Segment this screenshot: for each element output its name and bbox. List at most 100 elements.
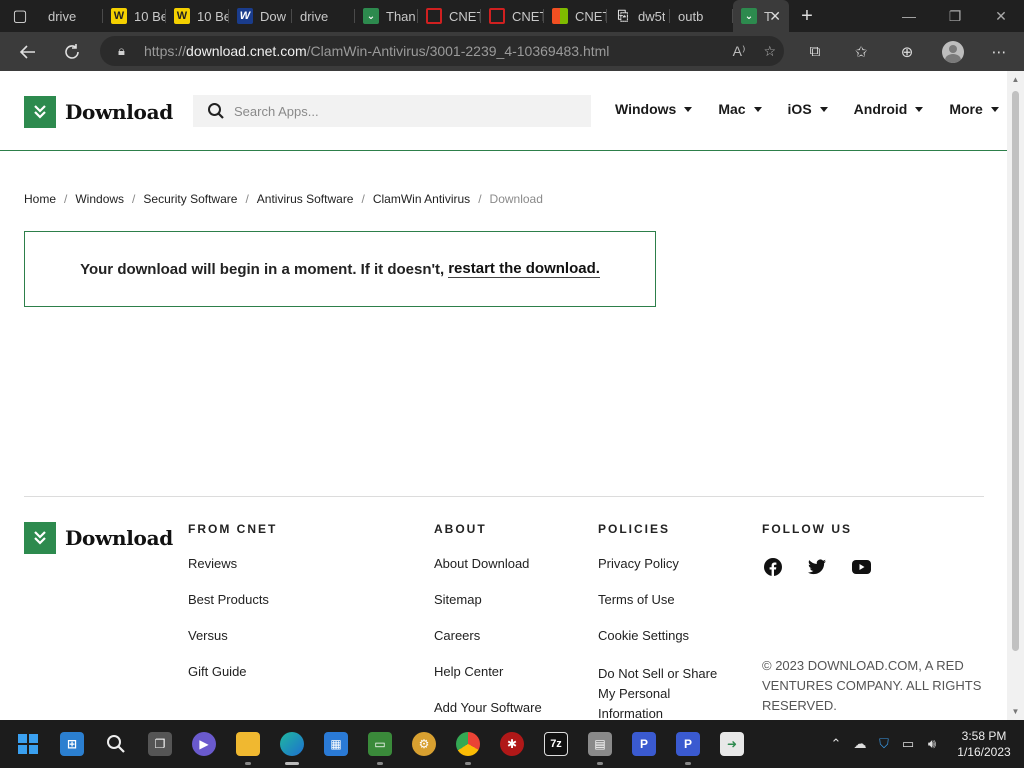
url-text[interactable]: https://download.cnet.com/ClamWin-Antivi… (144, 43, 609, 59)
nav-item-more[interactable]: More (949, 101, 999, 117)
nav-item-windows[interactable]: Windows (615, 101, 693, 117)
minimize-icon[interactable]: — (886, 0, 932, 32)
site-logo[interactable]: Download (24, 96, 173, 128)
clock[interactable]: 3:58 PM 1/16/2023 (944, 728, 1024, 760)
nav-item-android[interactable]: Android (854, 101, 924, 117)
taskbar-task-view[interactable]: ❐ (138, 720, 182, 768)
taskbar-chrome[interactable] (446, 720, 490, 768)
browser-tab[interactable]: CNET (418, 0, 481, 32)
footer-link[interactable]: Careers (434, 628, 542, 664)
footer-link[interactable]: Best Products (188, 592, 277, 628)
search-box[interactable] (193, 95, 591, 127)
task-view-icon: ❐ (148, 732, 172, 756)
footer-logo[interactable]: Download (24, 522, 173, 554)
tab-favicon-icon: ⌄ (741, 8, 757, 24)
system-tray: ⌃ ☁ ⛉ ▭ 🔊︎ 3:58 PM 1/16/2023 (824, 720, 1024, 768)
taskbar-edge[interactable] (270, 720, 314, 768)
taskbar-7zip[interactable]: 7z (534, 720, 578, 768)
taskbar-file-explorer[interactable] (226, 720, 270, 768)
start-button[interactable] (6, 720, 50, 768)
footer-link[interactable]: Add Your Software (434, 700, 542, 720)
footer-link[interactable]: Privacy Policy (598, 556, 738, 592)
footer-link[interactable]: Reviews (188, 556, 277, 592)
tab-actions-icon[interactable]: ▢ (0, 0, 40, 32)
taskbar-app-red[interactable]: ✱ (490, 720, 534, 768)
add-favorite-icon[interactable]: ☆ (763, 43, 776, 60)
breadcrumb-item[interactable]: Home (24, 192, 56, 206)
taskbar-app-p2[interactable]: P (666, 720, 710, 768)
close-tab-icon[interactable]: ✕ (769, 8, 781, 25)
taskbar-app-windows[interactable]: ⊞ (50, 720, 94, 768)
breadcrumb-item[interactable]: Windows (75, 192, 124, 206)
browser-tab[interactable]: ⌄ Than (355, 0, 418, 32)
taskbar-store[interactable]: ▦ (314, 720, 358, 768)
taskbar-chat[interactable]: ▶ (182, 720, 226, 768)
display-icon[interactable]: ▭ (896, 736, 920, 752)
scrollbar-thumb[interactable] (1012, 91, 1019, 651)
breadcrumb-item[interactable]: ClamWin Antivirus (373, 192, 470, 206)
taskbar-search[interactable] (94, 720, 138, 768)
footer-link[interactable]: Versus (188, 628, 277, 664)
profile-avatar[interactable] (942, 40, 964, 63)
footer-link[interactable]: Help Center (434, 664, 542, 700)
breadcrumb-item[interactable]: Antivirus Software (257, 192, 354, 206)
new-tab-button[interactable]: + (789, 5, 825, 28)
footer-link[interactable]: Sitemap (434, 592, 542, 628)
breadcrumb-item[interactable]: Security Software (143, 192, 237, 206)
footer-heading: FROM CNET (188, 522, 278, 536)
browser-tab[interactable]: ⚲drive (292, 0, 355, 32)
more-menu-icon[interactable]: ⋯ (976, 43, 1022, 61)
nav-item-ios[interactable]: iOS (788, 101, 828, 117)
footer-link[interactable]: Do Not Sell or Share My Personal Informa… (598, 664, 738, 720)
youtube-icon[interactable] (850, 556, 872, 578)
footer-link[interactable]: Cookie Settings (598, 628, 738, 664)
facebook-icon[interactable] (762, 556, 784, 578)
taskbar-app-arrow[interactable]: ➜ (710, 720, 754, 768)
browser-tab[interactable]: W 10 Be (103, 0, 166, 32)
taskbar-app-gear[interactable]: ⚙ (402, 720, 446, 768)
clipboard-icon: ▤ (588, 732, 612, 756)
taskbar-app-clipboard[interactable]: ▤ (578, 720, 622, 768)
nav-item-mac[interactable]: Mac (718, 101, 762, 117)
browser-tab[interactable]: ⚲drive (40, 0, 103, 32)
footer-link[interactable]: About Download (434, 556, 542, 592)
address-bar[interactable]: 🔒︎ https://download.cnet.com/ClamWin-Ant… (100, 36, 784, 66)
close-window-icon[interactable]: ✕ (978, 0, 1024, 32)
spider-icon: ✱ (500, 732, 524, 756)
tab-label: drive (300, 8, 329, 24)
browser-tab[interactable]: W Dow (229, 0, 292, 32)
refresh-icon (65, 43, 79, 59)
defender-icon[interactable]: ⛉ (872, 736, 896, 752)
taskbar-app-monitor[interactable]: ▭ (358, 720, 402, 768)
footer-link[interactable]: Gift Guide (188, 664, 277, 700)
page-scrollbar[interactable]: ▲ ▼ (1007, 71, 1024, 720)
browser-tab[interactable]: ⌄ T ✕ (733, 0, 789, 32)
browser-tab[interactable]: ⎘ dw5t (607, 0, 670, 32)
favorites-icon[interactable]: ✩ (838, 43, 884, 61)
browser-tab[interactable]: CNET (481, 0, 544, 32)
footer-col-follow: FOLLOW US © 2023 DOWNLOAD.COM, A RED VEN… (762, 522, 992, 716)
onedrive-icon[interactable]: ☁ (848, 736, 872, 752)
refresh-button[interactable] (50, 32, 94, 71)
chevron-up-icon[interactable]: ⌃ (824, 736, 848, 752)
monitor-icon: ▭ (368, 732, 392, 756)
volume-icon[interactable]: 🔊︎ (920, 736, 944, 752)
footer-link[interactable]: Terms of Use (598, 592, 738, 628)
browser-tab[interactable]: CNET (544, 0, 607, 32)
back-button[interactable] (6, 32, 50, 71)
search-input[interactable] (234, 103, 574, 119)
download-logo-icon (24, 522, 56, 554)
restore-icon[interactable]: ❐ (932, 0, 978, 32)
taskbar-app-p1[interactable]: P (622, 720, 666, 768)
scroll-down-icon[interactable]: ▼ (1007, 707, 1024, 716)
twitter-icon[interactable] (806, 556, 828, 578)
browser-tab[interactable]: W 10 Be (166, 0, 229, 32)
chevron-down-icon (684, 106, 693, 112)
extensions-icon[interactable]: ⧉ (792, 43, 838, 60)
read-aloud-icon[interactable]: A⁾ (733, 43, 746, 60)
browser-tab[interactable]: ⚲outb (670, 0, 733, 32)
collections-icon[interactable]: ⊕ (884, 43, 930, 61)
scroll-up-icon[interactable]: ▲ (1007, 75, 1024, 84)
restart-download-link[interactable]: restart the download. (448, 260, 600, 278)
lock-icon[interactable]: 🔒︎ (118, 43, 144, 59)
